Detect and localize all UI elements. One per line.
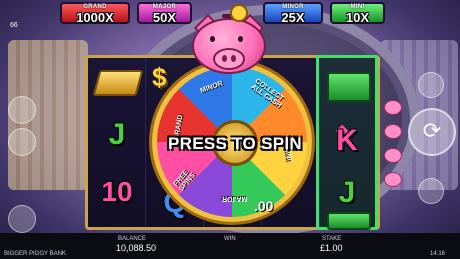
pig-eye-left <box>210 36 215 42</box>
win-amount-display: .00 <box>254 198 274 214</box>
clock: 14:16 <box>430 251 446 257</box>
pig-snout <box>213 48 245 70</box>
major-jackpot-badge: MAJOR 50X <box>137 2 192 24</box>
turbo-button[interactable] <box>418 72 444 98</box>
balance-value: 10,088.50 <box>116 243 157 253</box>
symbol-j-reel4: J <box>338 176 356 209</box>
minor-jackpot-value: 25X <box>281 10 305 25</box>
symbol-j: J <box>108 118 126 151</box>
menu-button[interactable] <box>8 205 36 233</box>
balance-label: BALANCE <box>118 236 147 242</box>
gold-bar-symbol <box>92 70 144 96</box>
top-left-indicator: 66 <box>10 22 18 29</box>
coin-icon <box>230 4 248 22</box>
auto-spin-button[interactable] <box>418 178 444 204</box>
symbol-10: 10 <box>101 176 133 207</box>
minor-jackpot-badge: MINOR 25X <box>263 2 323 24</box>
spin-button[interactable]: ⟳ <box>408 108 456 156</box>
stake-label: STAKE <box>322 236 342 242</box>
grand-jackpot-badge: GRAND 1000X <box>60 2 130 24</box>
pig-icon <box>384 100 402 115</box>
win-label: WIN <box>224 236 236 242</box>
pig-icon <box>384 148 402 163</box>
game-name: BIGGER PIGGY BANK <box>4 251 66 257</box>
cash-stack-symbol <box>327 72 371 102</box>
press-to-spin-prompt[interactable]: PRESS TO SPIN <box>150 134 320 154</box>
mini-jackpot-value: 10X <box>345 10 370 25</box>
stake-value: £1.00 <box>320 243 343 253</box>
wheel-segment-major: MAJOR <box>222 195 248 202</box>
pig-icon <box>384 172 402 187</box>
symbol-k: K <box>336 124 358 157</box>
dollar-symbol: $ <box>152 62 167 92</box>
grand-jackpot-value: 1000X <box>76 10 114 25</box>
mini-jackpot-badge: MINI 10X <box>330 2 385 24</box>
stake-button[interactable] <box>8 128 36 156</box>
major-jackpot-value: 50X <box>152 10 177 25</box>
autoplay-button[interactable] <box>8 96 36 124</box>
pig-eye-right <box>238 36 243 42</box>
pig-icon <box>384 124 402 139</box>
cash-stack-symbol-bottom <box>327 212 371 230</box>
